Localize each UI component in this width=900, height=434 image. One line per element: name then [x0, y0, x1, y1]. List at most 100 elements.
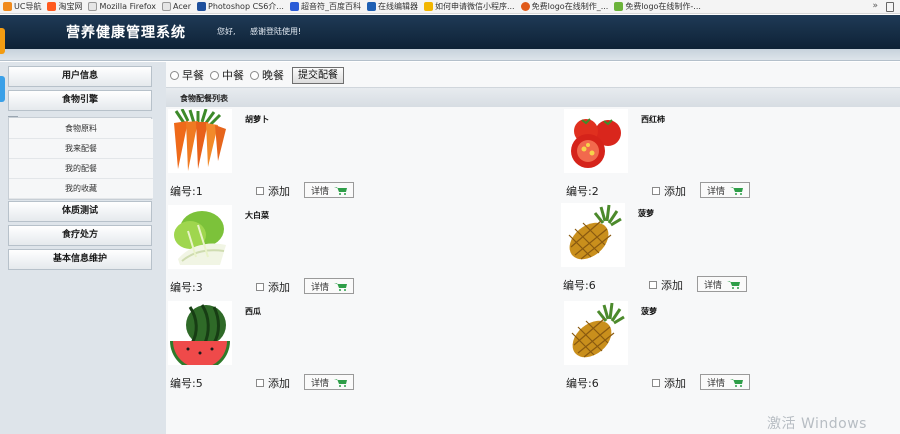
food-card: 大白菜 编号:3 添加 详情 [168, 205, 468, 299]
detail-button[interactable]: 详情 [304, 182, 354, 198]
bookmark-uc[interactable]: UC导航 [0, 1, 44, 12]
bookmark-acer[interactable]: Acer [159, 2, 194, 11]
header-subbar [0, 49, 900, 61]
bookmark-baike[interactable]: 超音符_百度百科 [287, 1, 364, 12]
id-value: 6 [588, 279, 596, 292]
add-label: 添加 [661, 279, 683, 292]
nav-diet-prescription[interactable]: 食疗处方 [8, 225, 152, 246]
id-prefix: 编号: [170, 281, 196, 294]
checkbox[interactable] [652, 379, 660, 387]
radio-button[interactable] [170, 70, 179, 80]
add-label: 添加 [268, 377, 290, 390]
bookmarks-overflow-icon[interactable]: » [872, 1, 878, 11]
add-checkbox[interactable]: 添加 [652, 183, 686, 199]
paw-icon [197, 2, 206, 11]
add-checkbox[interactable]: 添加 [256, 183, 290, 199]
bookmark-logo-b[interactable]: 免费logo在线制作-... [611, 1, 704, 12]
bookmark-firefox[interactable]: Mozilla Firefox [85, 2, 159, 11]
nav-constitution-test[interactable]: 体质测试 [8, 201, 152, 222]
uc-icon [3, 2, 12, 11]
id-value: 6 [591, 377, 599, 390]
checkbox[interactable] [652, 187, 660, 195]
radio-button[interactable] [250, 70, 259, 80]
floating-widget-blue[interactable] [0, 76, 5, 102]
bookmark-label: UC导航 [14, 2, 42, 11]
id-value: 2 [591, 185, 599, 198]
app-header: 营养健康管理系统 您好, 感谢登陆使用! [0, 15, 900, 49]
nav-create-meal[interactable]: 我来配餐 [9, 139, 153, 159]
food-name: 西瓜 [245, 307, 261, 316]
detail-label: 详情 [704, 280, 723, 291]
detail-button[interactable]: 详情 [304, 278, 354, 294]
page-icon [88, 2, 98, 11]
meal-label: 中餐 [222, 69, 244, 82]
bookmark-photoshop[interactable]: Photoshop CS6介... [194, 1, 287, 12]
ue-icon [366, 2, 376, 11]
id-value: 3 [195, 281, 203, 294]
id-prefix: 编号: [563, 279, 589, 292]
meal-breakfast[interactable]: 早餐 [170, 67, 204, 83]
bookmark-editor[interactable]: 在线编辑器 [364, 1, 421, 12]
add-checkbox[interactable]: 添加 [256, 375, 290, 391]
bookmark-wechat[interactable]: 如何申请微信小程序... [421, 1, 518, 12]
bookmark-label: Photoshop CS6介... [208, 2, 284, 11]
submit-meal-button[interactable]: 提交配餐 [292, 66, 344, 84]
detail-label: 详情 [707, 378, 726, 389]
detail-label: 详情 [311, 282, 330, 293]
cart-icon [730, 187, 744, 195]
carrot-image[interactable] [168, 109, 232, 173]
food-card: 胡萝卜 编号:1 添加 详情 [168, 109, 468, 203]
detail-button[interactable]: 详情 [700, 182, 750, 198]
add-checkbox[interactable]: 添加 [649, 277, 683, 293]
bookmark-taobao[interactable]: 淘宝网 [44, 1, 85, 12]
nav-food-materials[interactable]: 食物原料 [9, 119, 153, 139]
cart-icon [334, 283, 348, 291]
device-icon[interactable] [886, 2, 894, 12]
bookmark-label: 免费logo在线制作-... [625, 2, 701, 11]
pineapple-image[interactable] [564, 301, 628, 365]
feather-icon [423, 2, 433, 11]
nav-basic-info[interactable]: 基本信息维护 [8, 249, 152, 270]
food-card: 菠萝 编号:6 添加 详情 [561, 203, 861, 297]
watermelon-image[interactable] [168, 301, 232, 365]
meal-label: 晚餐 [262, 69, 284, 82]
checkbox[interactable] [256, 187, 264, 195]
nav-food-engine[interactable]: 食物引擎 [8, 90, 152, 111]
welcome-message: 感谢登陆使用! [250, 27, 302, 36]
bookmark-logo-a[interactable]: 免费logo在线制作_... [518, 1, 612, 12]
meal-lunch[interactable]: 中餐 [210, 67, 244, 83]
detail-button[interactable]: 详情 [697, 276, 747, 292]
checkbox[interactable] [256, 379, 264, 387]
bookmark-label: 免费logo在线制作_... [531, 2, 609, 11]
food-engine-submenu: 食物原料 我来配餐 我的配餐 我的收藏 [8, 117, 153, 200]
food-name: 菠萝 [641, 307, 657, 316]
radio-button[interactable] [210, 70, 219, 80]
detail-button[interactable]: 详情 [304, 374, 354, 390]
add-checkbox[interactable]: 添加 [652, 375, 686, 391]
add-checkbox[interactable]: 添加 [256, 279, 290, 295]
food-id: 编号:1 [170, 183, 203, 199]
taobao-icon [47, 2, 57, 11]
pineapple-image[interactable] [561, 203, 625, 267]
cabbage-image[interactable] [168, 205, 232, 269]
floating-widget-orange[interactable] [0, 28, 5, 54]
leaf-icon [614, 2, 624, 11]
food-id: 编号:6 [566, 375, 599, 391]
meal-dinner[interactable]: 晚餐 [250, 67, 284, 83]
bookmark-label: 在线编辑器 [377, 2, 418, 11]
id-prefix: 编号: [170, 185, 196, 198]
tomato-image[interactable] [564, 109, 628, 173]
nav-user-info[interactable]: 用户信息 [8, 66, 152, 87]
cart-icon [334, 379, 348, 387]
bookmarks-bar: UC导航 淘宝网 Mozilla Firefox Acer Photoshop … [0, 0, 900, 14]
nav-my-favorites[interactable]: 我的收藏 [9, 179, 153, 199]
app-window: UC导航 淘宝网 Mozilla Firefox Acer Photoshop … [0, 0, 900, 434]
detail-button[interactable]: 详情 [700, 374, 750, 390]
id-prefix: 编号: [170, 377, 196, 390]
checkbox[interactable] [256, 283, 264, 291]
cart-icon [727, 281, 741, 289]
nav-my-meals[interactable]: 我的配餐 [9, 159, 153, 179]
checkbox[interactable] [649, 281, 657, 289]
add-label: 添加 [664, 377, 686, 390]
meal-label: 早餐 [182, 69, 204, 82]
